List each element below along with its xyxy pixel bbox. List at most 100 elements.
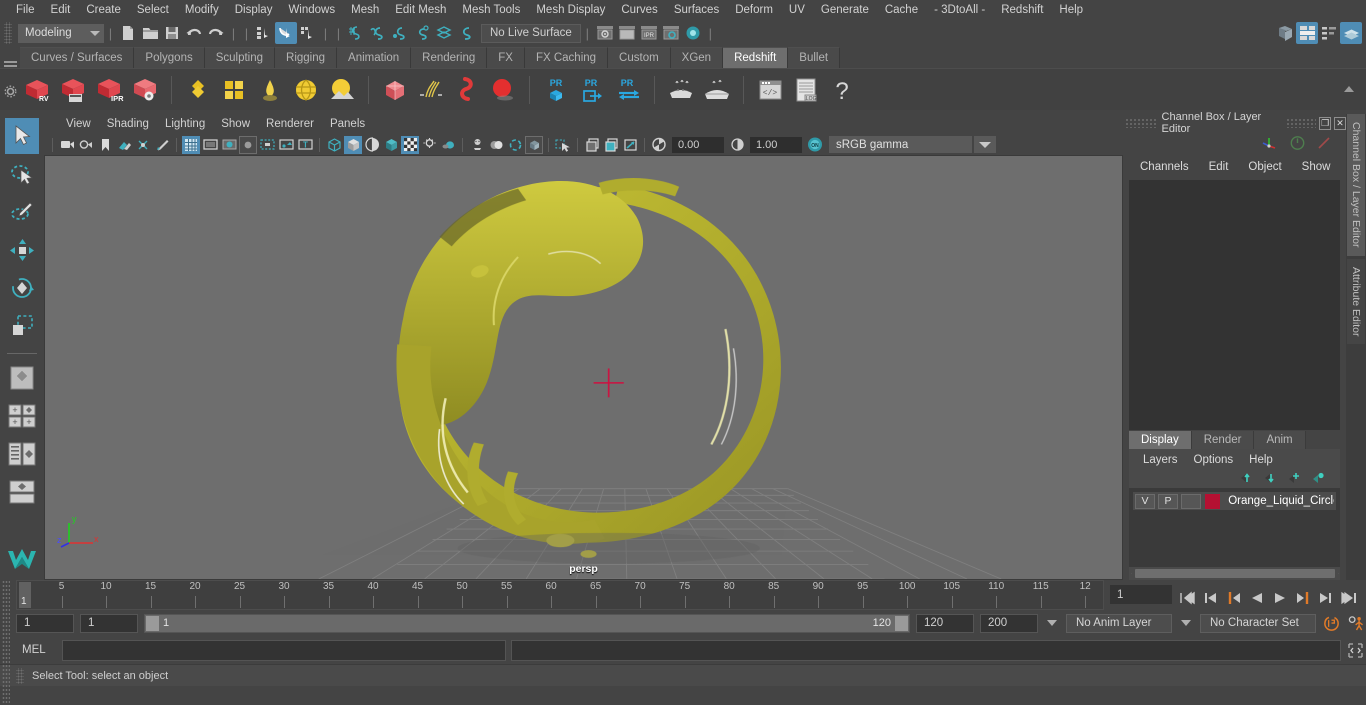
shelf-tab-fx[interactable]: FX [487,47,525,68]
camera-attributes-icon[interactable] [77,136,95,154]
shelf-tab-polygons[interactable]: Polygons [134,47,205,68]
redshift-pr-transfer-icon[interactable]: PR [611,72,645,108]
layer-menu-layers[interactable]: Layers [1137,453,1184,467]
redshift-sun-sky-icon[interactable] [325,72,359,108]
layer-menu-help[interactable]: Help [1243,453,1279,467]
render-settings-icon[interactable] [660,22,682,44]
layer-menu-options[interactable]: Options [1188,453,1240,467]
lasso-select-tool[interactable] [5,156,39,192]
isolate-select-icon[interactable] [506,136,524,154]
shadows-icon[interactable] [420,136,438,154]
menu-item-generate[interactable]: Generate [813,2,877,18]
menu-set-selector[interactable]: Modeling [18,23,104,43]
select-by-component-icon[interactable] [297,22,319,44]
new-layer-icon[interactable] [1285,472,1300,487]
anim-start-field[interactable]: 1 [80,613,138,633]
hypergraph-persp-layout[interactable] [5,474,39,510]
move-layer-up-icon[interactable] [1237,472,1252,487]
menu-item-edit-mesh[interactable]: Edit Mesh [387,2,454,18]
character-set-chevron-icon[interactable] [1181,620,1191,626]
select-by-object-icon[interactable] [275,22,297,44]
color-management-on-icon[interactable]: ON [806,136,824,154]
anim-layer-selector[interactable]: No Anim Layer [1066,613,1172,633]
scrollbar-thumb[interactable] [1134,569,1335,578]
shelf-tab-fx-caching[interactable]: FX Caching [524,47,609,68]
shelf-tab-animation[interactable]: Animation [337,47,412,68]
exposure-aperture-icon[interactable] [650,136,668,154]
viewport-menu-renderer[interactable]: Renderer [258,117,322,131]
shaded-wireframe-icon[interactable] [363,136,381,154]
save-scene-icon[interactable] [161,22,183,44]
menu-item-mesh-tools[interactable]: Mesh Tools [454,2,528,18]
panel-grip[interactable] [1125,118,1156,128]
redshift-hair-icon[interactable] [414,72,448,108]
step-back-keyframe-icon[interactable] [1201,588,1220,607]
redo-icon[interactable] [205,22,227,44]
play-forwards-icon[interactable] [1270,588,1289,607]
menu-item-mesh-display[interactable]: Mesh Display [528,2,613,18]
menu-item-edit[interactable]: Edit [43,2,79,18]
color-management-selector[interactable]: sRGB gamma [829,136,972,153]
layer-tab-render[interactable]: Render [1191,431,1255,449]
redshift-render-sequence-icon[interactable] [56,72,90,108]
shelf-tab-curves-surfaces[interactable]: Curves / Surfaces [20,47,135,68]
restore-icon[interactable]: ❐ [1319,116,1332,130]
gamma-icon[interactable] [728,136,746,154]
redshift-ipr-icon[interactable]: IPR [92,72,126,108]
open-scene-icon[interactable] [139,22,161,44]
viewport-menu-shading[interactable]: Shading [99,117,157,131]
use-all-lights-icon[interactable] [401,135,419,154]
two-d-pan-zoom-icon[interactable] [134,136,152,154]
menu-item-file[interactable]: File [8,2,43,18]
paint-select-tool[interactable] [5,194,39,230]
redshift-bake-set-icon[interactable] [700,72,734,108]
redshift-light-dome-icon[interactable] [253,72,287,108]
new-scene-icon[interactable] [117,22,139,44]
anim-end-field[interactable]: 120 [916,613,974,633]
play-backwards-icon[interactable] [1247,588,1266,607]
channel-box-menu-show[interactable]: Show [1295,160,1338,174]
shelf-tab-rendering[interactable]: Rendering [411,47,488,68]
redshift-rv-icon[interactable]: RV [20,72,54,108]
undo-icon[interactable] [183,22,205,44]
resolution-gate-icon[interactable] [220,136,238,154]
panel-grip[interactable] [1285,118,1317,128]
motion-blur-icon[interactable] [468,136,486,154]
film-origin-icon[interactable] [258,136,276,154]
snap-to-curve-icon[interactable] [367,22,389,44]
redshift-curve-icon[interactable] [450,72,484,108]
layer-shading-toggle[interactable] [1180,493,1201,509]
live-surface-field[interactable]: No Live Surface [481,23,581,43]
make-live-icon[interactable] [455,22,477,44]
redshift-pr-cube-icon[interactable]: PR [539,72,573,108]
move-tool[interactable] [5,232,39,268]
xray-active-components-icon[interactable] [554,136,572,154]
shelf-scroll-up-icon[interactable] [1332,72,1366,108]
shelf-options-gear-icon[interactable] [4,85,17,101]
step-back-frame-icon[interactable] [1224,588,1243,607]
layer-list[interactable]: V P Orange_Liquid_Circle_ [1129,488,1340,567]
viewport-snapshot-icon[interactable] [583,136,601,154]
channel-box-menu-object[interactable]: Object [1241,160,1288,174]
perspective-viewport[interactable]: y x z persp [44,155,1123,580]
script-editor-icon[interactable] [1344,639,1366,661]
layer-tab-display[interactable]: Display [1129,431,1192,449]
vertical-tab-attribute-editor[interactable]: Attribute Editor [1347,258,1365,344]
channel-box-content[interactable] [1129,180,1340,430]
axis-gizmo-icon[interactable] [1261,135,1279,154]
viewport-snapshot-compare-icon[interactable] [602,136,620,154]
snap-to-grid-icon[interactable] [345,22,367,44]
viewport-menu-lighting[interactable]: Lighting [157,117,213,131]
range-handle-right[interactable] [895,615,908,631]
range-end-field[interactable]: 200 [980,613,1038,633]
slash-icon[interactable] [1316,135,1332,154]
viewport-menu-view[interactable]: View [58,117,99,131]
redshift-script-icon[interactable]: </> [753,72,787,108]
step-forward-keyframe-icon[interactable] [1316,588,1335,607]
shelf-tab-custom[interactable]: Custom [608,47,671,68]
viewport-snapshot-settings-icon[interactable] [621,136,639,154]
command-language-label[interactable]: MEL [16,644,62,656]
open-channel-box-icon[interactable] [1318,22,1340,44]
step-forward-frame-icon[interactable] [1293,588,1312,607]
snap-to-view-plane-icon[interactable] [433,22,455,44]
